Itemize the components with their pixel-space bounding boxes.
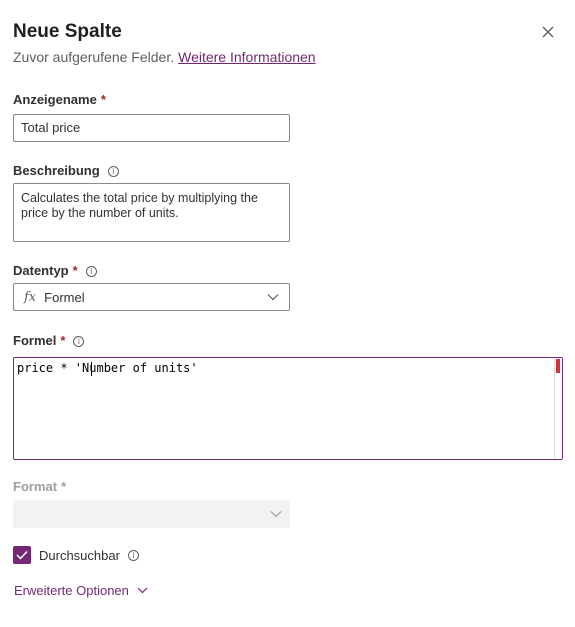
subtitle-text: Zuvor aufgerufene Felder. [13,49,175,65]
close-button[interactable] [538,22,558,42]
formula-icon: fx [24,289,37,305]
required-marker: * [60,333,66,348]
advanced-options-toggle[interactable]: Erweiterte Optionen [14,583,148,598]
display-name-input[interactable]: Total price [13,114,290,142]
data-type-dropdown[interactable]: fx Formel [13,283,290,311]
formula-label-text: Formel [13,333,57,348]
info-icon[interactable]: i [127,549,139,561]
required-marker: * [61,479,67,494]
formula-editor[interactable]: price * 'Number of units' [13,357,563,460]
chevron-down-icon [270,511,282,518]
formula-code: price * 'Number of units' [17,361,198,375]
info-icon[interactable]: i [107,165,119,177]
text-caret [91,362,92,376]
description-label: Beschreibung i [13,162,119,180]
format-label: Format * [13,478,66,496]
info-icon[interactable]: i [85,265,97,277]
required-marker: * [100,92,106,107]
panel-title: Neue Spalte [13,21,122,42]
format-dropdown [13,500,290,528]
format-label-text: Format [13,479,58,494]
editor-scrollbar[interactable] [554,358,562,459]
description-textarea[interactable]: Calculates the total price by multiplyin… [13,183,290,242]
formula-label: Formel * i [13,332,85,350]
checkmark-icon [16,550,28,560]
new-column-panel: Neue Spalte Zuvor aufgerufene Felder. Wei… [0,0,575,627]
more-info-link[interactable]: Weitere Informationen [178,49,315,65]
description-label-text: Beschreibung [13,163,100,178]
display-name-label: Anzeigename * [13,91,106,109]
chevron-down-icon [267,294,279,301]
advanced-options-label: Erweiterte Optionen [14,583,129,598]
panel-subtitle: Zuvor aufgerufene Felder. Weitere Informa… [13,47,316,67]
data-type-label: Datentyp * i [13,262,97,280]
info-icon[interactable]: i [73,335,85,347]
searchable-checkbox[interactable] [13,546,31,564]
close-icon [542,26,554,38]
required-marker: * [72,263,78,278]
searchable-row: Durchsuchbar i [13,546,139,564]
chevron-down-icon [137,587,148,594]
display-name-label-text: Anzeigename [13,92,97,107]
searchable-label[interactable]: Durchsuchbar [39,548,120,563]
error-marker [556,359,560,373]
data-type-label-text: Datentyp [13,263,69,278]
data-type-value: Formel [44,289,85,305]
